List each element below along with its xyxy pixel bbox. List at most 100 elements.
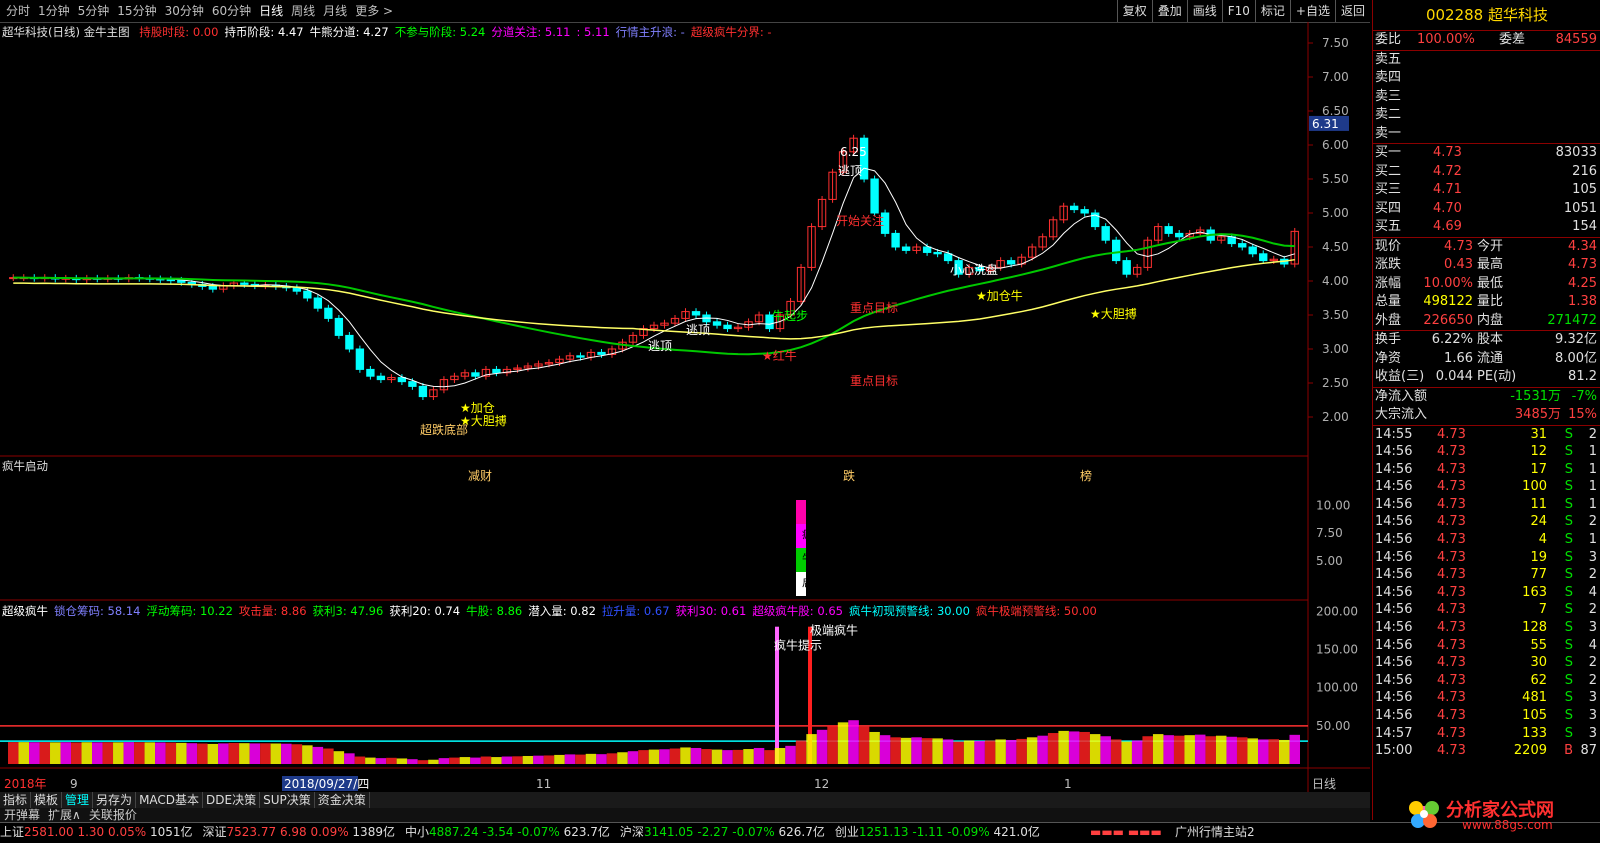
low-header-item-2: 浮动筹码: 10.22: [146, 604, 233, 618]
timeframe-3[interactable]: 15分钟: [113, 0, 160, 22]
tick-price: 4.73: [1437, 620, 1466, 636]
tick-count: 3: [1588, 708, 1597, 723]
tick-count: 3: [1588, 690, 1597, 706]
tab-0[interactable]: 指标: [0, 792, 32, 808]
price-tick-label: 7.50: [1322, 36, 1349, 50]
low-fill-bar: [680, 747, 691, 764]
timeframe-6[interactable]: 日线: [255, 0, 287, 22]
tab-5[interactable]: DDE决策: [203, 792, 261, 808]
tick-volume: 133: [1522, 725, 1547, 741]
toolbar-button-6[interactable]: 返回: [1334, 0, 1370, 22]
low-fill-bar: [942, 739, 954, 764]
toolbar-button-2[interactable]: 画线: [1186, 0, 1222, 22]
tab-3[interactable]: 另存为: [93, 792, 137, 808]
toolbar-button-0[interactable]: 复权: [1116, 0, 1152, 22]
tick-time: 14:56: [1375, 602, 1413, 618]
index-1[interactable]: 深证7523.77 6.98 0.09% 1389亿: [202, 823, 394, 841]
tick-side: S: [1564, 426, 1573, 442]
timeframe-8[interactable]: 月线: [319, 0, 351, 22]
low-header-item-8: 拉升量: 0.67: [601, 604, 670, 618]
timeframe-2[interactable]: 5分钟: [74, 0, 114, 22]
ask-label: 卖四: [1375, 70, 1402, 85]
tick-price: 4.73: [1437, 672, 1466, 688]
subtab-0[interactable]: 开弹幕: [0, 808, 44, 822]
annot-low-tag: 减财: [468, 469, 492, 483]
chart-area: 7.50 7.00 6.50 6.00 5.50 5.00 4.50 4.00 3.50 3.00…: [0, 22, 1370, 792]
low-fill-bar: [627, 751, 639, 764]
timeframe-7[interactable]: 周线: [287, 0, 319, 22]
tick-side: S: [1564, 690, 1573, 706]
index-2[interactable]: 中小4887.24 -3.54 -0.07% 623.7亿: [405, 823, 610, 841]
timeframe-9[interactable]: 更多 >: [351, 0, 397, 22]
low-fill-bar: [522, 755, 534, 764]
index-pct: 0.05%: [108, 825, 150, 839]
tick-price: 4.73: [1437, 743, 1466, 759]
annot-escape-2: 逃顶: [648, 339, 672, 353]
hint-label-2: 极端疯牛: [810, 622, 858, 637]
index-amount: 626.7亿: [778, 825, 825, 839]
tick-count: 3: [1588, 725, 1597, 741]
low-axis-label: 150.00: [1316, 643, 1358, 657]
tick-price: 4.73: [1437, 514, 1466, 530]
subtab-2[interactable]: 关联报价: [85, 808, 141, 822]
low-fill-bar: [753, 747, 765, 764]
low-fill-bar: [1016, 738, 1027, 764]
flow-value: -1531万: [1510, 388, 1561, 404]
subtab-1[interactable]: 扩展∧: [44, 808, 85, 822]
flow-row-1: 大宗流入 3485万 15%: [1373, 406, 1600, 425]
index-change: -3.54: [482, 825, 518, 839]
tick-side: S: [1564, 444, 1573, 460]
tick-time: 14:56: [1375, 532, 1413, 548]
bid-vol: 1051: [1563, 200, 1597, 216]
low-fill-bar: [1247, 738, 1258, 764]
stat2-row-2-label2: PE(动): [1477, 369, 1517, 384]
price-tick-label: 4.00: [1322, 274, 1349, 288]
tick-volume: 31: [1530, 426, 1547, 442]
tick-price: 4.73: [1437, 655, 1466, 671]
index-3[interactable]: 沪深3141.05 -2.27 -0.07% 626.7亿: [620, 823, 825, 841]
tick-list[interactable]: 14:55 4.73 31 S 2 14:56 4.73 12 S 1 14:56 4.73 17 S 1 1…: [1373, 426, 1600, 760]
diff-label: 委差: [1499, 32, 1526, 47]
low-fill-bar: [869, 731, 880, 764]
toolbar-button-5[interactable]: +自选: [1289, 0, 1335, 22]
toolbar-button-3[interactable]: F10: [1221, 0, 1255, 22]
timeframe-4[interactable]: 30分钟: [161, 0, 208, 22]
low-fill-bar: [459, 757, 471, 764]
stat2-row-2-value: 0.044: [1435, 369, 1473, 384]
timeframe-0[interactable]: 分时: [2, 0, 34, 22]
index-0[interactable]: 上证2581.00 1.30 0.05% 1051亿: [0, 823, 192, 841]
timeframe-5[interactable]: 60分钟: [208, 0, 255, 22]
kline-chart[interactable]: 7.50 7.00 6.50 6.00 5.50 5.00 4.50 4.00 3.50 3.00…: [0, 22, 1370, 792]
low-fill-bar: [638, 750, 649, 764]
stat-row-3-label: 总量: [1375, 294, 1402, 309]
tick-volume: 62: [1530, 672, 1547, 688]
candle-body: [1164, 226, 1173, 234]
tab-7[interactable]: 资金决策: [315, 792, 370, 808]
low-fill-bar: [39, 742, 51, 764]
low-fill-bar: [281, 743, 292, 764]
low-fill-bar: [228, 742, 240, 764]
bid-vol: 216: [1572, 163, 1597, 179]
tick-count: 1: [1588, 461, 1597, 477]
tab-1[interactable]: 模板: [31, 792, 63, 808]
tick-time: 14:56: [1375, 708, 1413, 723]
candle-body: [1175, 232, 1184, 238]
index-4[interactable]: 创业1251.13 -1.11 -0.09% 421.0亿: [835, 823, 1040, 841]
low-fill-bar: [1110, 739, 1122, 764]
toolbar-button-4[interactable]: 标记: [1254, 0, 1290, 22]
low-fill-bar: [722, 750, 733, 764]
timeframe-1[interactable]: 1分钟: [34, 0, 74, 22]
low-fill-bar: [1257, 739, 1269, 764]
low-fill-bar: [501, 756, 513, 764]
tick-volume: 11: [1530, 496, 1547, 512]
main-header-item-4: 分道关注: 5.11: [491, 25, 571, 39]
tick-volume: 4: [1538, 532, 1547, 548]
tab-6[interactable]: SUP决策: [260, 792, 315, 808]
tab-2[interactable]: 管理: [62, 792, 94, 808]
stat-row-0-label: 现价: [1375, 238, 1402, 254]
stat-row-1-value: 0.43: [1444, 257, 1473, 272]
tab-4[interactable]: MACD基本: [136, 792, 204, 808]
toolbar-button-1[interactable]: 叠加: [1151, 0, 1187, 22]
low-fill-bar: [1163, 735, 1174, 764]
low-fill-bar: [197, 743, 208, 764]
